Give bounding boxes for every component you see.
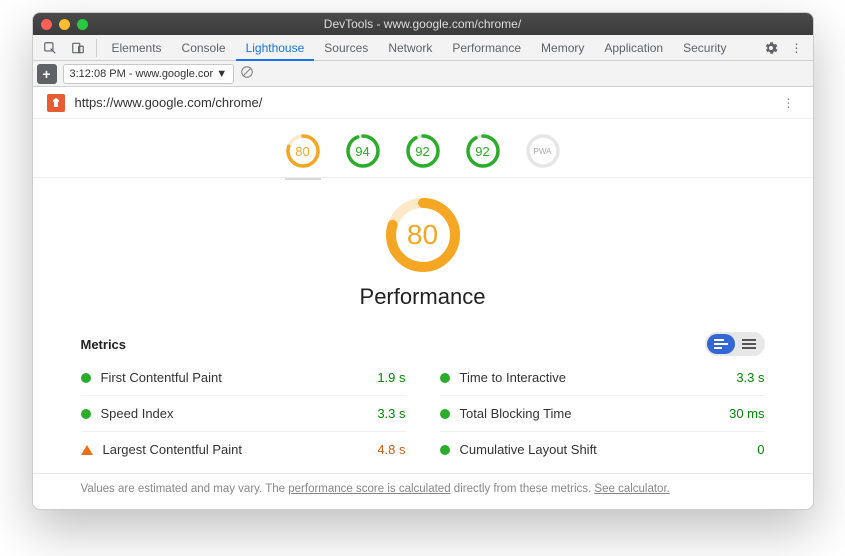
pass-icon [440, 373, 450, 383]
clear-icon[interactable] [240, 65, 254, 82]
metrics-heading: Metrics [81, 337, 127, 352]
performance-gauge: 80 [384, 196, 462, 274]
metric-value: 3.3 s [377, 406, 405, 421]
footnote-text2: directly from these metrics. [451, 483, 595, 495]
metric-row: First Contentful Paint 1.9 s [81, 360, 406, 395]
category-gauge-1[interactable]: 94 [345, 133, 381, 169]
metric-value: 1.9 s [377, 370, 405, 385]
view-compact-icon[interactable] [735, 334, 763, 354]
devtools-window: DevTools - www.google.com/chrome/ Elemen… [32, 12, 814, 510]
report-menu-icon[interactable]: ⋮ [783, 96, 799, 110]
metric-label: Total Blocking Time [460, 406, 572, 421]
metrics-footnote: Values are estimated and may vary. The p… [33, 473, 813, 509]
pass-icon [81, 373, 91, 383]
pass-icon [81, 409, 91, 419]
minimize-window-button[interactable] [59, 19, 70, 30]
settings-icon[interactable] [759, 40, 783, 56]
category-gauge-2[interactable]: 92 [405, 133, 441, 169]
metric-row: Speed Index 3.3 s [81, 395, 406, 431]
lighthouse-toolbar: + 3:12:08 PM - www.google.cor ▼ [33, 61, 813, 87]
zoom-window-button[interactable] [77, 19, 88, 30]
metric-label: Cumulative Layout Shift [460, 442, 597, 457]
pass-icon [440, 445, 450, 455]
close-window-button[interactable] [41, 19, 52, 30]
performance-summary: 80 Performance [33, 178, 813, 322]
tab-application[interactable]: Application [594, 35, 673, 61]
metric-row: Largest Contentful Paint 4.8 s [81, 431, 406, 467]
titlebar: DevTools - www.google.com/chrome/ [33, 13, 813, 35]
metrics-section: Metrics First Contentful Paint 1.9 s Time … [33, 322, 813, 473]
report-select[interactable]: 3:12:08 PM - www.google.cor ▼ [63, 64, 235, 84]
metric-value: 0 [757, 442, 764, 457]
metric-row: Total Blocking Time 30 ms [440, 395, 765, 431]
metric-row: Cumulative Layout Shift 0 [440, 431, 765, 467]
more-menu-icon[interactable]: ⋮ [785, 41, 809, 55]
chevron-down-icon: ▼ [216, 68, 227, 80]
category-gauge-0[interactable]: 80 [285, 133, 321, 169]
tab-network[interactable]: Network [378, 35, 442, 61]
new-report-button[interactable]: + [37, 64, 57, 84]
performance-title: Performance [33, 284, 813, 310]
metric-label: Largest Contentful Paint [103, 442, 242, 457]
report-url: https://www.google.com/chrome/ [75, 95, 773, 110]
metric-label: Time to Interactive [460, 370, 566, 385]
metric-value: 4.8 s [377, 442, 405, 457]
metric-label: Speed Index [101, 406, 174, 421]
metric-value: 30 ms [729, 406, 764, 421]
lighthouse-icon [47, 94, 65, 112]
performance-score: 80 [384, 196, 462, 274]
footnote-link-calculation[interactable]: performance score is calculated [288, 483, 450, 495]
metrics-view-toggle[interactable] [705, 332, 765, 356]
report-url-row: https://www.google.com/chrome/ ⋮ [33, 87, 813, 119]
tab-lighthouse[interactable]: Lighthouse [236, 35, 315, 61]
inspect-icon[interactable] [37, 37, 63, 59]
pass-icon [440, 409, 450, 419]
tab-memory[interactable]: Memory [531, 35, 594, 61]
metric-row: Time to Interactive 3.3 s [440, 360, 765, 395]
device-toggle-icon[interactable] [65, 37, 91, 59]
metric-value: 3.3 s [736, 370, 764, 385]
tab-security[interactable]: Security [673, 35, 736, 61]
category-gauge-3[interactable]: 92 [465, 133, 501, 169]
tab-elements[interactable]: Elements [102, 35, 172, 61]
tab-performance[interactable]: Performance [442, 35, 531, 61]
tab-console[interactable]: Console [172, 35, 236, 61]
tab-sources[interactable]: Sources [314, 35, 378, 61]
footnote-text: Values are estimated and may vary. The [81, 483, 289, 495]
panel-tabs: ElementsConsoleLighthouseSourcesNetworkP… [33, 35, 813, 61]
metric-label: First Contentful Paint [101, 370, 222, 385]
report-select-label: 3:12:08 PM - www.google.cor [70, 68, 214, 80]
window-controls [41, 19, 88, 30]
warning-icon [81, 445, 93, 455]
window-title: DevTools - www.google.com/chrome/ [33, 17, 813, 31]
category-gauge-4[interactable]: PWA [525, 133, 561, 169]
view-expanded-icon[interactable] [707, 334, 735, 354]
separator [96, 39, 97, 57]
footnote-link-calculator[interactable]: See calculator. [594, 483, 669, 495]
category-gauges: 80 94 92 92 PWA [33, 119, 813, 178]
